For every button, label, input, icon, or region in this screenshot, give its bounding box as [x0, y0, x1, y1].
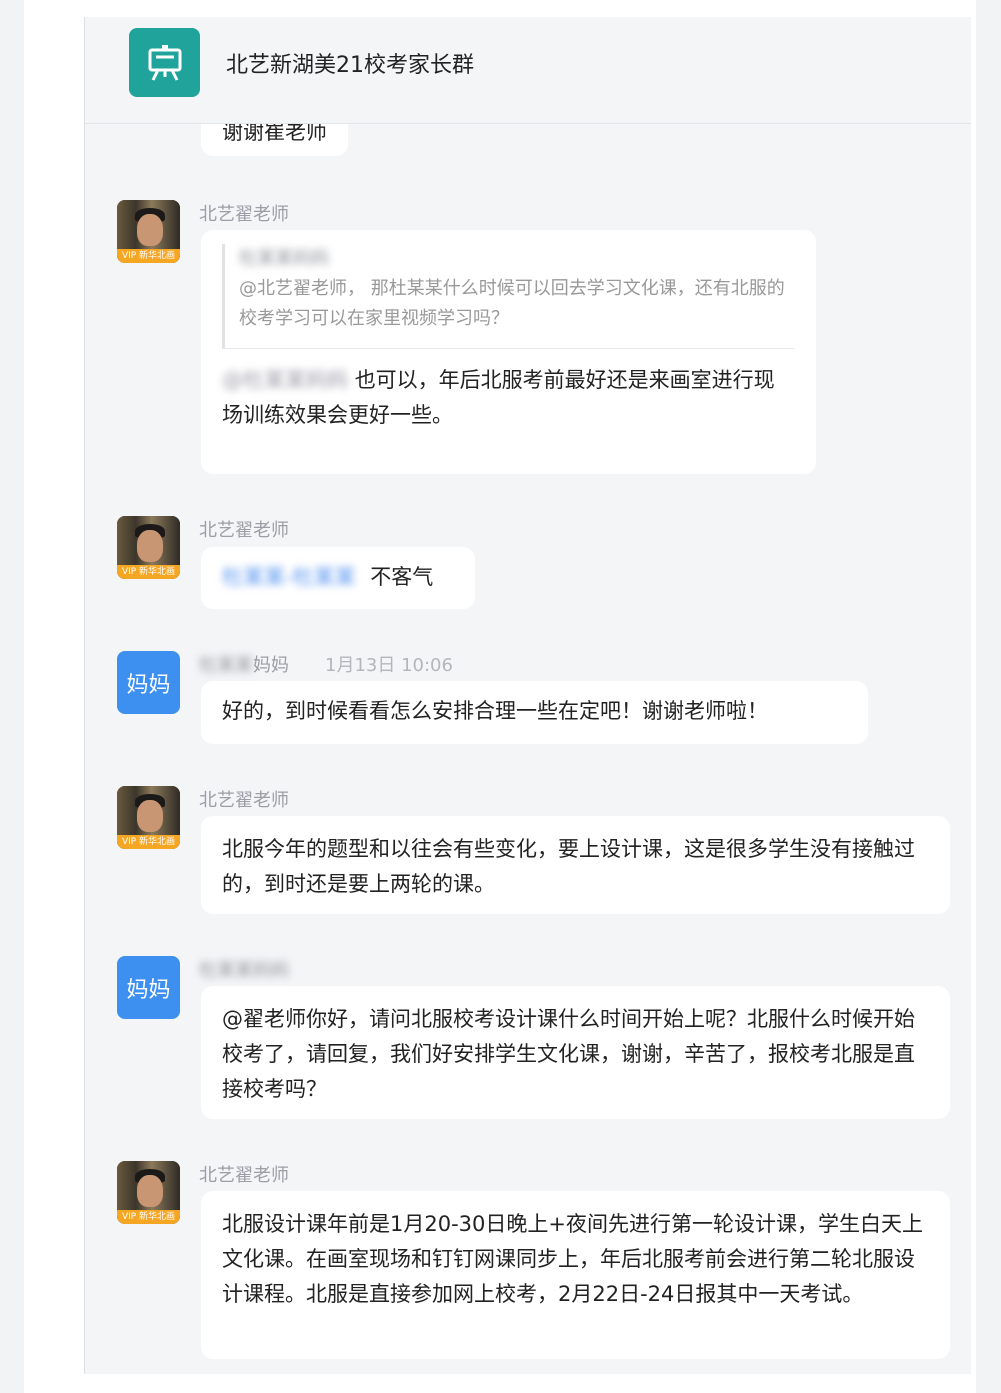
teacher-avatar[interactable]: VIP 新华北画	[117, 200, 180, 263]
teacher-avatar[interactable]: VIP 新华北画	[117, 786, 180, 849]
message-text: 北服今年的题型和以往会有些变化，要上设计课，这是很多学生没有接触过的，到时还是要…	[222, 837, 915, 896]
sender-name: 北艺翟老师	[199, 520, 289, 541]
message-bubble[interactable]: 杜某某-杜某某 不客气	[201, 547, 475, 609]
message-bubble[interactable]: 北服今年的题型和以往会有些变化，要上设计课，这是很多学生没有接触过的，到时还是要…	[201, 816, 950, 914]
quoted-text: @北艺翟老师， 那杜某某什么时候可以回去学习文化课，还有北服的校考学习可以在家里…	[239, 278, 785, 329]
vip-tag: VIP 新华北画	[117, 1210, 180, 1224]
chat-header: 北艺新湖美21校考家长群	[85, 17, 971, 124]
mention[interactable]: 杜某某-杜某某	[222, 560, 356, 595]
message-time: 1月13日 10:06	[325, 655, 453, 676]
group-title: 北艺新湖美21校考家长群	[226, 53, 474, 78]
sender-line: 杜某某妈妈 1月13日 10:06	[199, 651, 453, 677]
quoted-message: 杜某某妈妈 @北艺翟老师， 那杜某某什么时候可以回去学习文化课，还有北服的校考学…	[222, 244, 795, 349]
message-bubble[interactable]: 好的，到时候看看怎么安排合理一些在定吧！谢谢老师啦！	[201, 681, 868, 744]
avatar-label: 妈妈	[126, 672, 171, 698]
teacher-avatar[interactable]: VIP 新华北画	[117, 516, 180, 579]
sender-name: 杜某某妈妈	[199, 960, 289, 981]
vip-tag: VIP 新华北画	[117, 835, 180, 849]
quoted-sender: 杜某某妈妈	[239, 248, 329, 269]
presentation-board-icon	[148, 44, 181, 81]
sender-line: 杜某某妈妈	[199, 956, 289, 982]
sender-name: 北艺翟老师	[199, 790, 289, 811]
page-card: 北艺新湖美21校考家长群 谢谢崔老师 VIP 新华北画 北艺翟老师 杜某某妈妈 …	[24, 0, 976, 1393]
sender-name: 杜某某	[199, 655, 253, 676]
chat-panel[interactable]: 北艺新湖美21校考家长群 谢谢崔老师 VIP 新华北画 北艺翟老师 杜某某妈妈 …	[84, 17, 971, 1374]
sender-suffix: 妈妈	[253, 655, 289, 676]
message-text: @翟老师你好，请问北服校考设计课什么时间开始上呢？北服什么时候开始校考了，请回复…	[222, 1007, 915, 1101]
group-avatar[interactable]	[129, 28, 200, 97]
vip-tag: VIP 新华北画	[117, 565, 180, 579]
message-bubble[interactable]: 北服设计课年前是1月20-30日晚上+夜间先进行第一轮设计课，学生白天上文化课。…	[201, 1191, 950, 1359]
mention[interactable]: @杜某某妈妈	[222, 363, 348, 398]
parent-avatar[interactable]: 妈妈	[117, 651, 180, 714]
vip-tag: VIP 新华北画	[117, 249, 180, 263]
avatar-label: 妈妈	[126, 977, 171, 1003]
sender-name: 北艺翟老师	[199, 1165, 289, 1186]
message-text: 好的，到时候看看怎么安排合理一些在定吧！谢谢老师啦！	[222, 699, 768, 723]
message-bubble[interactable]: 杜某某妈妈 @北艺翟老师， 那杜某某什么时候可以回去学习文化课，还有北服的校考学…	[201, 230, 816, 474]
message-text: 不客气	[370, 565, 434, 589]
teacher-avatar[interactable]: VIP 新华北画	[117, 1161, 180, 1224]
sender-name: 北艺翟老师	[199, 204, 289, 225]
parent-avatar[interactable]: 妈妈	[117, 956, 180, 1019]
message-text: 北服设计课年前是1月20-30日晚上+夜间先进行第一轮设计课，学生白天上文化课。…	[222, 1212, 923, 1306]
message-bubble[interactable]: @翟老师你好，请问北服校考设计课什么时间开始上呢？北服什么时候开始校考了，请回复…	[201, 986, 950, 1119]
